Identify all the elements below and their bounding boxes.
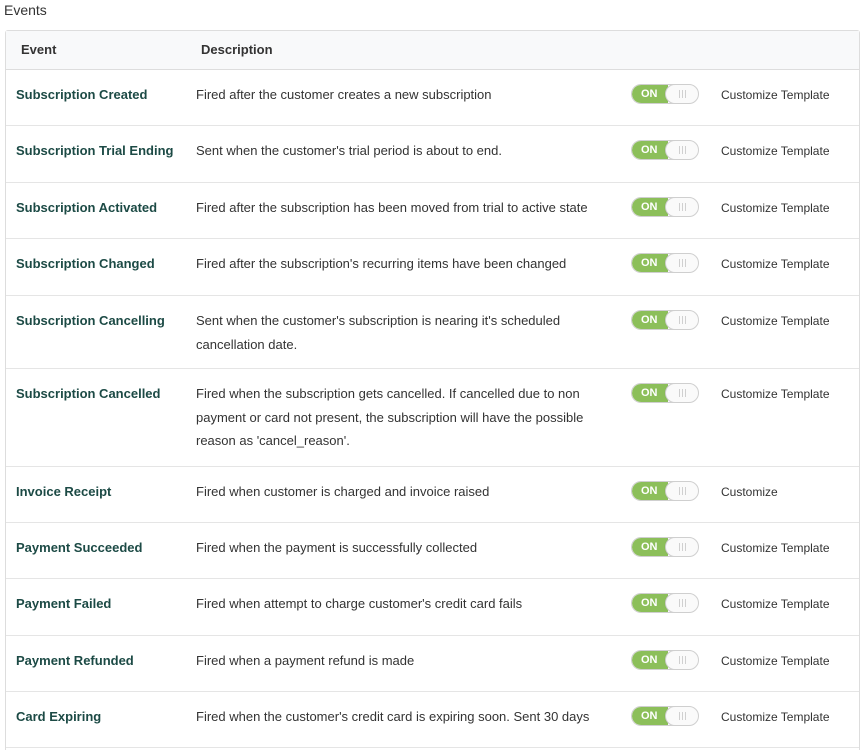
event-toggle[interactable]: ON <box>631 197 699 217</box>
event-toggle[interactable]: ON <box>631 84 699 104</box>
event-name[interactable]: Payment Succeeded <box>16 540 142 555</box>
toggle-on-label: ON <box>632 198 668 216</box>
event-toggle[interactable]: ON <box>631 650 699 670</box>
event-description: Sent when the customer's subscription is… <box>196 313 561 352</box>
event-toggle[interactable]: ON <box>631 706 699 726</box>
event-name[interactable]: Subscription Created <box>16 87 147 102</box>
customize-template-link[interactable]: Customize Template <box>721 314 830 328</box>
event-description: Fired after the customer creates a new s… <box>196 87 492 102</box>
header-description: Description <box>201 42 273 57</box>
toggle-on-label: ON <box>632 538 668 556</box>
event-toggle[interactable]: ON <box>631 310 699 330</box>
table-body: Subscription Created Fired after the cust… <box>6 70 859 748</box>
event-name[interactable]: Subscription Trial Ending <box>16 143 173 158</box>
table-row: Subscription Created Fired after the cust… <box>6 70 859 126</box>
toggle-on-label: ON <box>632 594 668 612</box>
toggle-knob[interactable] <box>665 384 698 402</box>
table-row: Subscription Changed Fired after the subs… <box>6 239 859 296</box>
customize-template-link[interactable]: Customize Template <box>721 654 830 668</box>
toggle-knob[interactable] <box>665 85 698 103</box>
grip-icon <box>679 487 686 495</box>
grip-icon <box>679 259 686 267</box>
event-name[interactable]: Payment Failed <box>16 596 111 611</box>
grip-icon <box>679 389 686 397</box>
customize-template-link[interactable]: Customize Template <box>721 144 830 158</box>
table-row: Subscription Cancelling Sent when the cus… <box>6 296 859 369</box>
toggle-knob[interactable] <box>665 651 698 669</box>
grip-icon <box>679 656 686 664</box>
event-name[interactable]: Subscription Cancelled <box>16 386 160 401</box>
grip-icon <box>679 90 686 98</box>
table-row: Subscription Activated Fired after the su… <box>6 183 859 239</box>
event-name[interactable]: Card Expiring <box>16 709 101 724</box>
toggle-on-label: ON <box>632 651 668 669</box>
customize-template-link[interactable]: Customize Template <box>721 201 830 215</box>
event-description: Fired when attempt to charge customer's … <box>196 596 523 611</box>
event-toggle[interactable]: ON <box>631 140 699 160</box>
customize-template-link[interactable]: Customize Template <box>721 257 830 271</box>
grip-icon <box>679 146 686 154</box>
toggle-knob[interactable] <box>665 254 698 272</box>
toggle-knob[interactable] <box>665 594 698 612</box>
event-toggle[interactable]: ON <box>631 383 699 403</box>
event-name[interactable]: Subscription Cancelling <box>16 313 165 328</box>
toggle-on-label: ON <box>632 482 668 500</box>
event-description: Fired when a payment refund is made <box>196 653 415 668</box>
event-description: Fired when the subscription gets cancell… <box>196 386 584 448</box>
event-toggle[interactable]: ON <box>631 481 699 501</box>
toggle-on-label: ON <box>632 85 668 103</box>
event-description: Fired when the customer's credit card is… <box>196 709 590 724</box>
customize-template-link[interactable]: Customize Template <box>721 597 830 611</box>
header-event: Event <box>21 42 57 57</box>
toggle-knob[interactable] <box>665 311 698 329</box>
event-description: Fired when the payment is successfully c… <box>196 540 478 555</box>
event-toggle[interactable]: ON <box>631 253 699 273</box>
toggle-on-label: ON <box>632 254 668 272</box>
table-row: Card Expiring Fired when the customer's c… <box>6 692 859 748</box>
grip-icon <box>679 712 686 720</box>
toggle-on-label: ON <box>632 141 668 159</box>
grip-icon <box>679 599 686 607</box>
toggle-on-label: ON <box>632 707 668 725</box>
grip-icon <box>679 543 686 551</box>
section-title: Events <box>4 2 47 18</box>
toggle-knob[interactable] <box>665 707 698 725</box>
toggle-knob[interactable] <box>665 538 698 556</box>
event-description: Fired after the subscription's recurring… <box>196 256 567 271</box>
event-toggle[interactable]: ON <box>631 593 699 613</box>
customize-template-link[interactable]: Customize Template <box>721 541 830 555</box>
event-description: Fired when customer is charged and invoi… <box>196 484 490 499</box>
event-name[interactable]: Invoice Receipt <box>16 484 111 499</box>
events-table: Event Description Subscription Created Fi… <box>5 30 860 750</box>
table-row: Invoice Receipt Fired when customer is ch… <box>6 467 859 523</box>
event-description: Fired after the subscription has been mo… <box>196 200 588 215</box>
table-header: Event Description <box>6 31 859 70</box>
event-toggle[interactable]: ON <box>631 537 699 557</box>
table-row: Subscription Cancelled Fired when the sub… <box>6 369 859 467</box>
event-description: Sent when the customer's trial period is… <box>196 143 502 158</box>
toggle-on-label: ON <box>632 384 668 402</box>
customize-template-link[interactable]: Customize Template <box>721 88 830 102</box>
toggle-knob[interactable] <box>665 141 698 159</box>
toggle-knob[interactable] <box>665 482 698 500</box>
event-name[interactable]: Payment Refunded <box>16 653 134 668</box>
toggle-on-label: ON <box>632 311 668 329</box>
grip-icon <box>679 203 686 211</box>
event-name[interactable]: Subscription Changed <box>16 256 155 271</box>
event-name[interactable]: Subscription Activated <box>16 200 157 215</box>
customize-template-link[interactable]: Customize Template <box>721 387 830 401</box>
customize-template-link[interactable]: Customize Template <box>721 710 830 724</box>
customize-template-link[interactable]: Customize <box>721 485 778 499</box>
grip-icon <box>679 316 686 324</box>
table-row: Payment Refunded Fired when a payment ref… <box>6 636 859 692</box>
table-row: Subscription Trial Ending Sent when the c… <box>6 126 859 183</box>
table-row: Payment Succeeded Fired when the payment … <box>6 523 859 579</box>
toggle-knob[interactable] <box>665 198 698 216</box>
table-row: Payment Failed Fired when attempt to char… <box>6 579 859 636</box>
